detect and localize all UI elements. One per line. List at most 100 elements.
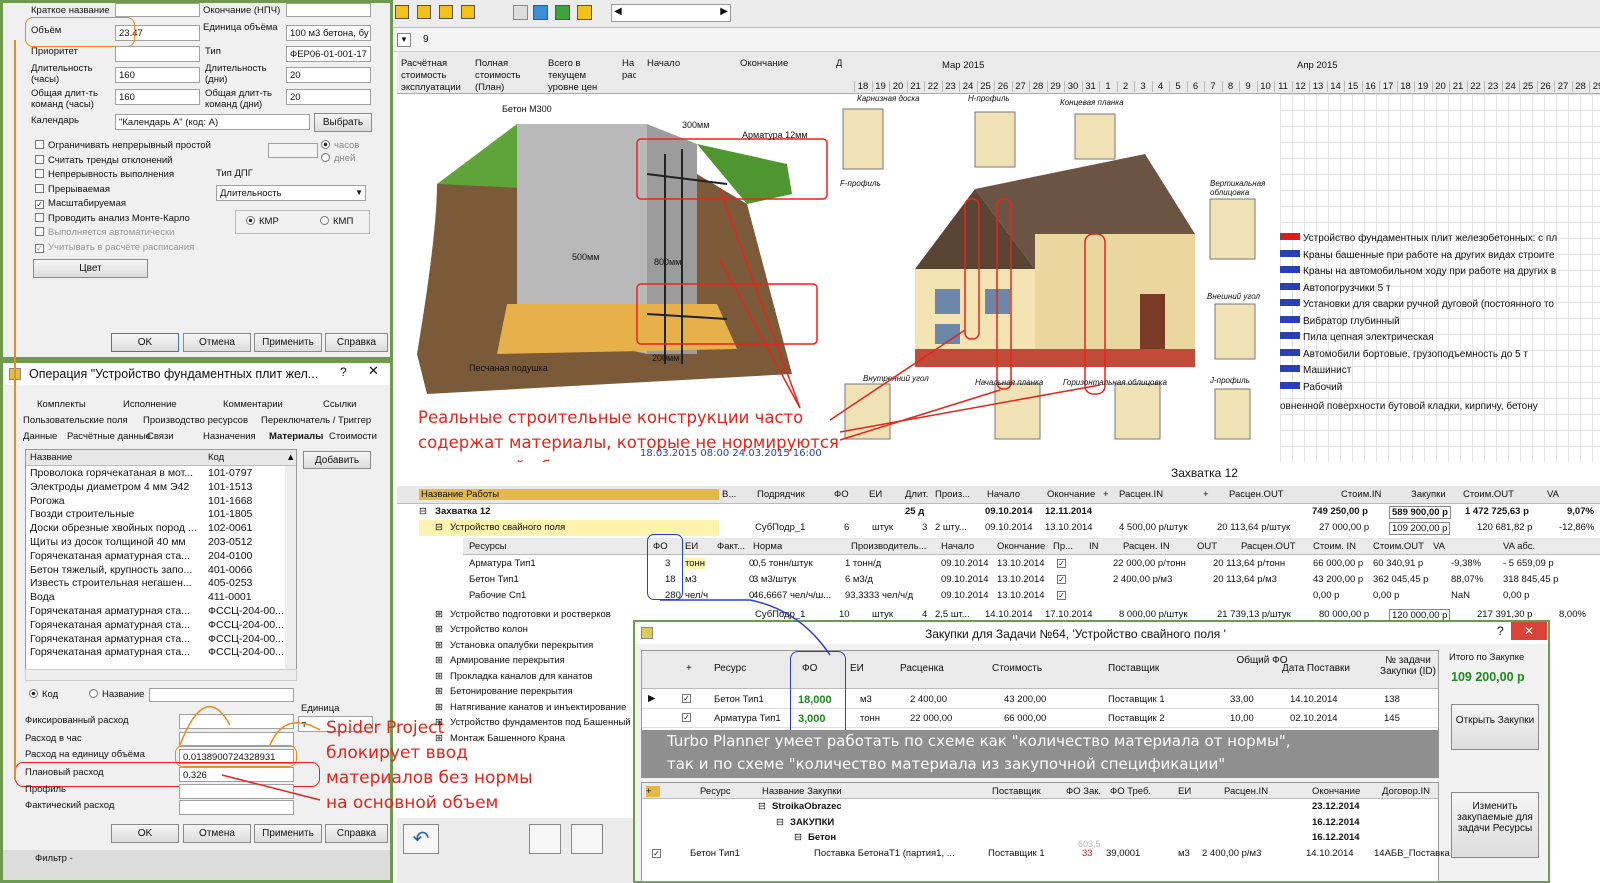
tree-row[interactable]: ⊞ Монтаж Башенного Крана [397, 732, 637, 747]
checkbox-icon[interactable] [35, 227, 44, 236]
works-col-header[interactable]: Стоим.IN [1341, 489, 1381, 500]
chart-icon[interactable] [513, 5, 528, 20]
works-col-header[interactable]: ФО [834, 489, 849, 500]
materials-scrollbar[interactable] [285, 466, 296, 680]
works-col-header[interactable]: + [1103, 489, 1109, 500]
tree-row[interactable]: ⊞ Устройство фундаментов под Башенный [397, 716, 637, 731]
tab[interactable]: Производство ресурсов [143, 415, 248, 426]
type-input[interactable]: ФЕР06-01-001-17 [286, 46, 371, 62]
purchase-col-header[interactable]: Ресурс [714, 663, 746, 674]
tree-row[interactable]: ⊞ Прокладка каналов для канатов [397, 670, 637, 685]
open-purchases-button[interactable]: Открыть Закупки [1451, 704, 1539, 750]
duration-days-input[interactable]: 20 [286, 67, 371, 83]
gantt-col-1[interactable]: Расчётная стоимость эксплуатации [401, 58, 469, 94]
option-checkbox[interactable]: ✓ Масштабируемая [35, 198, 126, 209]
checkbox-icon[interactable]: ✓ [682, 713, 691, 722]
purchase-help-icon[interactable]: ? [1497, 624, 1504, 638]
works-col-header[interactable]: Расцен.OUT [1229, 489, 1284, 500]
expand-icon[interactable]: ⊟ [794, 832, 802, 843]
resource-row[interactable]: Автомобили бортовые, грузоподъемность до… [1280, 348, 1528, 365]
purchase-col-header[interactable]: ЕИ [850, 663, 864, 674]
material-row[interactable]: Горячекатаная арматурная ста... ФССЦ-204-… [26, 605, 284, 619]
option-checkbox[interactable]: Ограничивать непрерывный простой [35, 140, 211, 151]
horizontal-scroller[interactable]: ◀ ▶ [611, 4, 731, 22]
material-row[interactable]: Гвозди строительные 101-1805 [26, 508, 284, 522]
material-row[interactable]: Проволока горячекатаная в мот... 101-0797 [26, 467, 284, 481]
change-resources-button[interactable]: Изменить закупаемые для задачи Ресурсы [1451, 792, 1539, 858]
sub-col-header[interactable]: IN [1089, 541, 1099, 552]
tab[interactable]: Переключатель / Триггер [261, 415, 371, 426]
tab[interactable]: Связи [147, 431, 174, 442]
row2-expand-icon[interactable]: ⊞ [435, 609, 443, 620]
tab[interactable]: Ссылки [323, 399, 356, 410]
lower-col-header[interactable]: ЕИ [1178, 786, 1191, 797]
radio-code[interactable]: Код [29, 689, 58, 700]
material-row[interactable]: Горячекатаная арматурная ста... 204-0100 [26, 550, 284, 564]
gantt-col-5[interactable]: Начало [647, 58, 680, 69]
checkbox-icon[interactable]: ✓ [35, 200, 44, 209]
lower-row[interactable]: ✓ Бетон Тип1 Поставка БетонаТ1 (партия1, .… [642, 847, 1450, 862]
lower-row[interactable]: ⊟ StroikaObrazec 23.12.2014 [642, 800, 1438, 815]
tab[interactable]: Комментарии [223, 399, 283, 410]
expand-icon[interactable]: ⊞ [435, 671, 443, 682]
checkbox-icon[interactable]: ✓ [35, 243, 44, 253]
fixed-input[interactable] [179, 714, 294, 729]
sub-col-header[interactable]: Стоим.OUT [1373, 541, 1424, 552]
tree-icon[interactable] [555, 5, 570, 20]
works-group-row[interactable]: ⊟ Захватка 12 25 д 09.10.2014 12.11.2014… [397, 504, 1600, 520]
checkbox-icon[interactable]: ✓ [1057, 575, 1066, 584]
tab[interactable]: Данные [23, 431, 57, 442]
purchase-row[interactable]: ✓ Арматура Тип1 3,000 тонн 22 000,00 66 000,0… [642, 709, 1438, 728]
material-row[interactable]: Горячекатаная арматурная ста... ФССЦ-204-… [26, 646, 284, 660]
works-col-header[interactable]: Начало [987, 489, 1020, 500]
material-row[interactable]: Вода 411-0001 [26, 591, 284, 605]
checkbox-icon[interactable] [35, 154, 44, 164]
tree-row[interactable]: ⊞ Бетонирование перекрытия [397, 685, 637, 700]
sub-col-header[interactable]: Стоим. IN [1313, 541, 1356, 552]
run-icon[interactable] [395, 5, 409, 19]
team-icon[interactable] [439, 5, 453, 19]
priority-input[interactable] [115, 46, 200, 62]
gantt-col-7[interactable]: Д [836, 58, 842, 69]
print-preview-icon[interactable] [571, 824, 603, 854]
lower-col-header[interactable]: + [646, 786, 660, 797]
sub-col-header[interactable]: Норма [753, 541, 782, 552]
resource-row[interactable]: Краны на автомобильном ходу при работе н… [1280, 266, 1556, 282]
resource-row[interactable]: Автопогрузчики 5 т [1280, 282, 1391, 299]
lower-row[interactable]: ⊟ Бетон 16.12.2014 [642, 831, 1438, 846]
sub-col-header[interactable]: Начало [941, 541, 974, 552]
team-hours-input[interactable]: 160 [115, 89, 200, 105]
profile-input[interactable] [179, 784, 294, 799]
sub-col-header[interactable]: OUT [1197, 541, 1217, 552]
lower-col-header[interactable]: Поставщик [992, 786, 1041, 797]
purchase-row[interactable]: ▶ ✓ Бетон Тип1 18,000 м3 2 400,00 43 200,00 Пос… [642, 690, 1438, 709]
lower-row[interactable]: ⊟ ЗАКУПКИ 16.12.2014 [642, 816, 1438, 831]
lower-col-header[interactable]: Ресурс [700, 786, 731, 797]
op-apply-button[interactable]: Применить [254, 824, 322, 843]
group-collapse-icon[interactable]: ⊟ [419, 506, 427, 517]
help-icon[interactable]: ? [340, 365, 347, 379]
purchase-close-icon[interactable]: ✕ [1511, 622, 1547, 640]
option-checkbox[interactable]: Непрерывность выполнения [35, 169, 174, 180]
sub-col-header[interactable]: ЕИ [685, 541, 698, 552]
sub-col-header[interactable]: Факт... [717, 541, 745, 552]
sub-col-header[interactable]: Ресурсы [469, 541, 506, 552]
resource-row[interactable]: Рабочий [1280, 381, 1342, 398]
end-input[interactable] [286, 3, 371, 17]
tab[interactable]: Материалы [269, 431, 323, 442]
duration-input[interactable]: 160 [115, 67, 200, 83]
person-icon[interactable] [417, 5, 431, 19]
tab[interactable]: Пользовательские поля [23, 415, 128, 426]
works-col-header[interactable]: Подрядчик [757, 489, 805, 500]
works-col-header[interactable]: VA [1547, 489, 1559, 500]
dpg-type-select[interactable]: Длительность ▼ [216, 185, 366, 201]
tree-row[interactable]: ⊞ Устройство колон [397, 623, 637, 638]
sub-resource-row[interactable]: Бетон Тип1 18 м3 0 3 м3/штук 6 м3/д 09.10.2014… [463, 572, 1600, 588]
checkbox-icon[interactable] [35, 212, 44, 222]
resource-row[interactable]: Вибратор глубинный [1280, 315, 1400, 332]
kmp-radio[interactable]: КМП [320, 216, 353, 227]
purchase-col-header[interactable]: Поставщик [1108, 663, 1159, 674]
toolbar-icons[interactable] [395, 5, 490, 21]
purchase-col-header[interactable]: № задачи Закупки (ID) [1378, 655, 1438, 677]
material-row[interactable]: Щиты из досок толщиной 40 мм 203-0512 [26, 536, 284, 550]
